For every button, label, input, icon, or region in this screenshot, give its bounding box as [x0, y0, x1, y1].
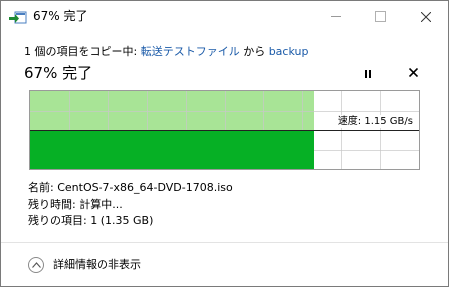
stop-icon [408, 67, 418, 77]
pause-button[interactable] [360, 64, 376, 80]
progress-headline: 67% 完了 [24, 64, 93, 82]
maximize-icon [375, 11, 386, 22]
current-speed-fill [30, 130, 314, 169]
copy-description: 1 個の項目をコピー中: 転送テストファイル から backup [24, 45, 308, 59]
close-icon [420, 11, 431, 22]
minimize-button[interactable] [313, 1, 358, 32]
copy-middle: から [239, 45, 269, 58]
copy-progress-window: 67% 完了 1 個の項目をコピー中: 転送テストファイル から backup … [0, 0, 449, 287]
items-label: 残りの項目: [28, 214, 87, 227]
speed-label: 速度: 1.15 GB/s [335, 115, 415, 128]
stop-button[interactable] [405, 64, 421, 80]
items-value: 1 (1.35 GB) [90, 214, 154, 227]
details-toggle-label[interactable]: 詳細情報の非表示 [53, 258, 141, 272]
footer: 詳細情報の非表示 [1, 243, 448, 286]
maximize-button[interactable] [358, 1, 403, 32]
time-value: 計算中... [79, 198, 123, 211]
detail-name-row: 名前: CentOS-7-x86_64-DVD-1708.iso [28, 181, 233, 195]
copy-transfer-icon [9, 10, 27, 24]
time-label: 残り時間: [28, 198, 76, 211]
close-button[interactable] [403, 1, 448, 32]
source-folder-link[interactable]: 転送テストファイル [141, 45, 240, 58]
detail-time-row: 残り時間: 計算中... [28, 198, 123, 212]
transfer-speed-graph: 速度: 1.15 GB/s [29, 90, 420, 170]
details-toggle-button[interactable] [28, 257, 44, 273]
minimize-icon [330, 16, 341, 17]
copy-prefix: 1 個の項目をコピー中: [24, 45, 141, 58]
chevron-up-icon [31, 262, 41, 268]
speed-line [30, 130, 419, 131]
window-title: 67% 完了 [33, 9, 88, 23]
destination-folder-link[interactable]: backup [269, 45, 309, 58]
name-label: 名前: [28, 181, 54, 194]
pause-icon [364, 63, 372, 82]
detail-items-row: 残りの項目: 1 (1.35 GB) [28, 214, 153, 228]
name-value: CentOS-7-x86_64-DVD-1708.iso [57, 181, 233, 194]
title-bar[interactable]: 67% 完了 [1, 1, 448, 32]
